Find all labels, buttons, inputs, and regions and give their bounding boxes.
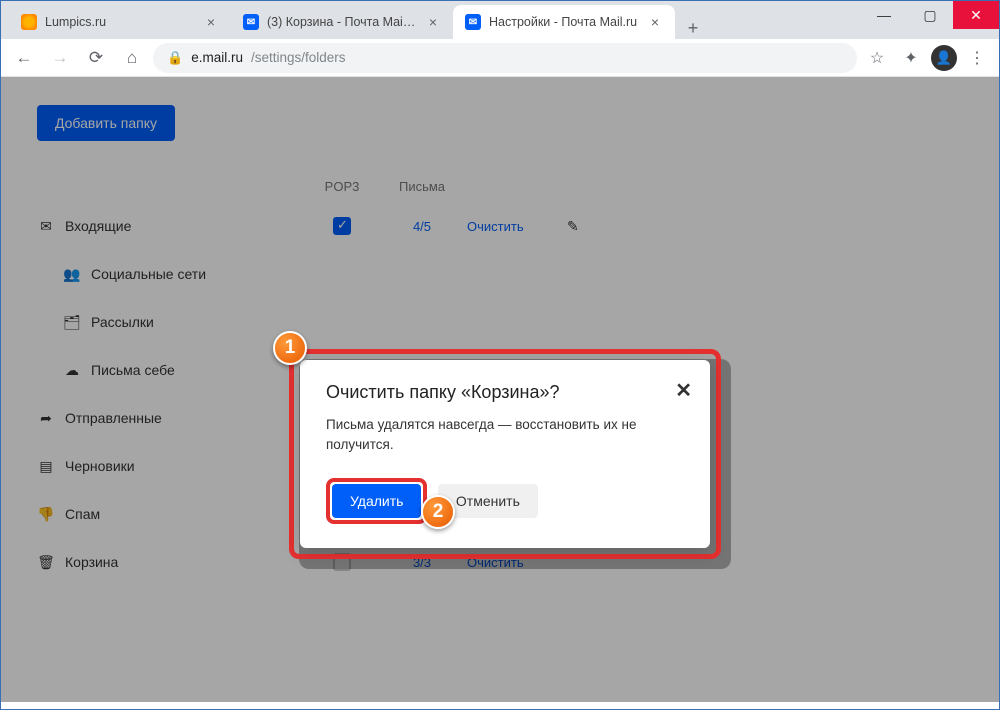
lock-icon: 🔒: [167, 50, 183, 66]
window-maximize[interactable]: ▢: [907, 1, 953, 29]
window-controls: — ▢ ✕: [861, 1, 999, 29]
tab-strip: Lumpics.ru × ✉ (3) Корзина - Почта Mail.…: [1, 1, 999, 39]
chrome-menu[interactable]: ⋮: [963, 44, 991, 72]
modal-text: Письма удалятся навсегда — восстановить …: [326, 415, 684, 456]
nav-reload[interactable]: ⟳: [81, 43, 111, 73]
tab-mail-settings[interactable]: ✉ Настройки - Почта Mail.ru ×: [453, 5, 675, 39]
content-area: Добавить папку POP3 Письма ✉Входящие 4/5…: [1, 77, 999, 702]
url-host: e.mail.ru: [191, 50, 243, 65]
tab-title: (3) Корзина - Почта Mail.ru: [267, 15, 417, 29]
mail-favicon: ✉: [465, 14, 481, 30]
url-path: /settings/folders: [251, 50, 346, 65]
lumpics-favicon: [21, 14, 37, 30]
modal-close-button[interactable]: ✕: [675, 378, 692, 403]
window-minimize[interactable]: —: [861, 1, 907, 29]
delete-button[interactable]: Удалить: [332, 484, 421, 518]
bookmark-star[interactable]: ☆: [863, 44, 891, 72]
confirm-modal: ✕ Очистить папку «Корзина»? Письма удаля…: [300, 360, 710, 548]
annotation-outline-2: Удалить: [326, 478, 427, 524]
profile-avatar[interactable]: 👤: [931, 45, 957, 71]
close-icon[interactable]: ×: [203, 14, 219, 30]
tab-title: Lumpics.ru: [45, 15, 195, 29]
window-close[interactable]: ✕: [953, 1, 999, 29]
nav-home[interactable]: ⌂: [117, 43, 147, 73]
extensions-icon[interactable]: ✦: [897, 44, 925, 72]
annotation-badge-2: 2: [421, 495, 455, 529]
window-frame: — ▢ ✕ Lumpics.ru × ✉ (3) Корзина - Почта…: [0, 0, 1000, 710]
tab-mail-trash[interactable]: ✉ (3) Корзина - Почта Mail.ru ×: [231, 5, 453, 39]
annotation-badge-1: 1: [273, 331, 307, 365]
annotation-outline-1: ✕ Очистить папку «Корзина»? Письма удаля…: [289, 349, 721, 559]
nav-forward[interactable]: →: [45, 43, 75, 73]
address-row: ← → ⟳ ⌂ 🔒 e.mail.ru/settings/folders ☆ ✦…: [1, 39, 999, 77]
new-tab-button[interactable]: +: [679, 18, 707, 39]
nav-back[interactable]: ←: [9, 43, 39, 73]
close-icon[interactable]: ×: [647, 14, 663, 30]
close-icon[interactable]: ×: [425, 14, 441, 30]
modal-title: Очистить папку «Корзина»?: [326, 382, 684, 403]
mail-favicon: ✉: [243, 14, 259, 30]
address-bar[interactable]: 🔒 e.mail.ru/settings/folders: [153, 43, 857, 73]
tab-lumpics[interactable]: Lumpics.ru ×: [9, 5, 231, 39]
tab-title: Настройки - Почта Mail.ru: [489, 15, 639, 29]
